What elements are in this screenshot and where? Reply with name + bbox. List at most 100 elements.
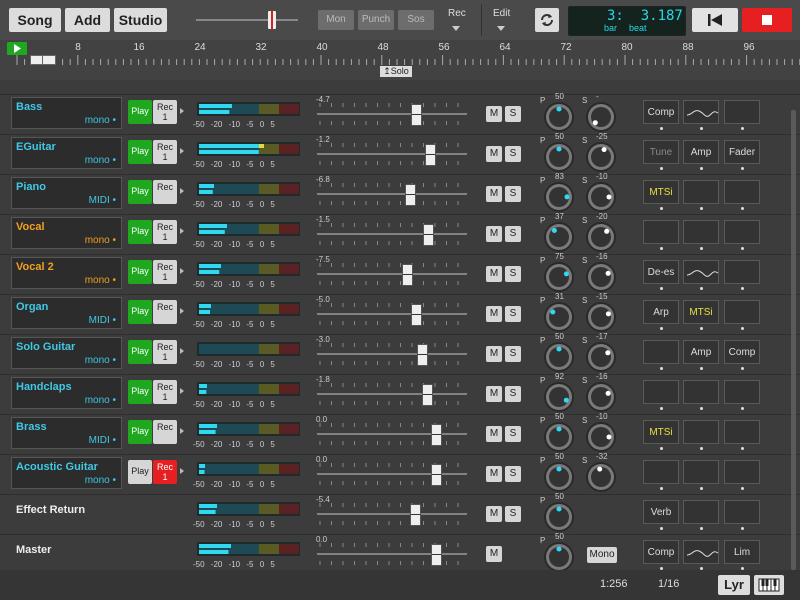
fx-slot-amp[interactable]: Amp	[683, 140, 719, 164]
volume-fader[interactable]	[317, 300, 467, 330]
track-name-box[interactable]: Acoustic Guitar mono •	[11, 457, 122, 489]
rec-menu[interactable]: Rec	[448, 8, 466, 19]
rec-options-arrow-icon[interactable]	[180, 108, 184, 114]
song-button[interactable]: Song	[9, 8, 61, 32]
fx-slot-empty[interactable]	[724, 380, 760, 404]
rec-options-arrow-icon[interactable]	[180, 268, 184, 274]
timeline-ruler[interactable]: 8 16 24 32 40 48 56 64 72 80 88 96 ↥Solo	[0, 40, 800, 80]
fx-slot-empty[interactable]	[724, 180, 760, 204]
play-toggle[interactable]: Play	[128, 100, 152, 124]
solo-button[interactable]: S	[505, 306, 521, 322]
play-toggle[interactable]: Play	[128, 220, 152, 244]
send-knob[interactable]	[585, 100, 619, 132]
track-name-box[interactable]: Solo Guitar mono •	[11, 337, 122, 369]
fx-slot-arp[interactable]: Arp	[643, 300, 679, 324]
play-toggle[interactable]: Play	[128, 260, 152, 284]
send-knob[interactable]	[585, 460, 619, 492]
studio-button[interactable]: Studio	[114, 8, 167, 32]
volume-fader[interactable]	[317, 500, 467, 530]
fx-slot-empty[interactable]	[724, 100, 760, 124]
fx-slot-empty[interactable]	[643, 340, 679, 364]
fader-handle[interactable]	[422, 384, 433, 406]
pan-knob[interactable]	[543, 540, 577, 570]
mono-button[interactable]: Mono	[587, 547, 617, 563]
fx-slot-empty[interactable]	[724, 500, 760, 524]
rec-options-arrow-icon[interactable]	[180, 388, 184, 394]
fader-handle[interactable]	[411, 304, 422, 326]
send-knob[interactable]	[585, 420, 619, 452]
solo-button[interactable]: S	[505, 386, 521, 402]
mute-button[interactable]: M	[486, 506, 502, 522]
loop-end-marker[interactable]	[42, 55, 56, 65]
send-knob[interactable]	[585, 260, 619, 292]
fx-slot-tune[interactable]: Tune	[643, 140, 679, 164]
rec-toggle[interactable]: Rec 1	[153, 340, 177, 364]
fx-slot-verb[interactable]: Verb	[643, 500, 679, 524]
fx-slot-mtsi[interactable]: MTSi	[643, 420, 679, 444]
mute-button[interactable]: M	[486, 106, 502, 122]
pan-knob[interactable]	[543, 500, 577, 532]
pan-knob[interactable]	[543, 100, 577, 132]
record-button[interactable]	[742, 8, 792, 32]
fx-slot-comp[interactable]: Comp	[643, 540, 679, 564]
volume-fader[interactable]	[317, 540, 467, 570]
rec-toggle[interactable]: Rec 1	[153, 260, 177, 284]
punch-button[interactable]: Punch	[358, 10, 394, 30]
rec-toggle[interactable]: Rec	[153, 420, 177, 444]
fader-handle[interactable]	[410, 504, 421, 526]
play-toggle[interactable]: Play	[128, 420, 152, 444]
fader-handle[interactable]	[431, 544, 442, 566]
send-knob[interactable]	[585, 220, 619, 252]
pan-knob[interactable]	[543, 260, 577, 292]
rec-options-arrow-icon[interactable]	[180, 188, 184, 194]
volume-fader[interactable]	[317, 460, 467, 490]
master-volume-slider[interactable]	[268, 11, 276, 29]
rec-options-arrow-icon[interactable]	[180, 308, 184, 314]
rec-toggle[interactable]: Rec	[153, 300, 177, 324]
fx-slot-empty[interactable]	[724, 220, 760, 244]
mute-button[interactable]: M	[486, 226, 502, 242]
fx-curve-display[interactable]	[683, 100, 719, 124]
mute-button[interactable]: M	[486, 306, 502, 322]
volume-fader[interactable]	[317, 180, 467, 210]
mute-button[interactable]: M	[486, 386, 502, 402]
mon-button[interactable]: Mon	[318, 10, 354, 30]
rec-options-arrow-icon[interactable]	[180, 428, 184, 434]
play-toggle[interactable]: Play	[128, 380, 152, 404]
rec-toggle[interactable]: Rec	[153, 180, 177, 204]
pan-knob[interactable]	[543, 380, 577, 412]
fader-handle[interactable]	[411, 104, 422, 126]
fx-slot-empty[interactable]	[724, 460, 760, 484]
track-name-box[interactable]: EGuitar mono •	[11, 137, 122, 169]
mute-button[interactable]: M	[486, 346, 502, 362]
grid-resolution[interactable]: 1/16	[658, 578, 679, 590]
fx-slot-empty[interactable]	[683, 380, 719, 404]
solo-button[interactable]: S	[505, 346, 521, 362]
pan-knob[interactable]	[543, 220, 577, 252]
mute-button[interactable]: M	[486, 426, 502, 442]
send-knob[interactable]	[585, 180, 619, 212]
pan-knob[interactable]	[543, 300, 577, 332]
play-toggle[interactable]: Play	[128, 340, 152, 364]
solo-button[interactable]: S	[505, 106, 521, 122]
play-toggle[interactable]: Play	[128, 300, 152, 324]
loop-button[interactable]	[535, 8, 559, 32]
fader-handle[interactable]	[431, 424, 442, 446]
rec-toggle[interactable]: Rec 1	[153, 460, 177, 484]
fx-slot-empty[interactable]	[683, 420, 719, 444]
send-knob[interactable]	[585, 380, 619, 412]
fx-slot-empty[interactable]	[683, 460, 719, 484]
volume-fader[interactable]	[317, 140, 467, 170]
volume-fader[interactable]	[317, 100, 467, 130]
fx-slot-empty[interactable]	[724, 300, 760, 324]
fx-slot-empty[interactable]	[643, 460, 679, 484]
volume-fader[interactable]	[317, 260, 467, 290]
fader-handle[interactable]	[402, 264, 413, 286]
fader-handle[interactable]	[431, 464, 442, 486]
send-knob[interactable]	[585, 140, 619, 172]
fx-slot-empty[interactable]	[683, 180, 719, 204]
volume-fader[interactable]	[317, 340, 467, 370]
pan-knob[interactable]	[543, 140, 577, 172]
solo-button[interactable]: S	[505, 146, 521, 162]
fx-slot-empty[interactable]	[683, 500, 719, 524]
